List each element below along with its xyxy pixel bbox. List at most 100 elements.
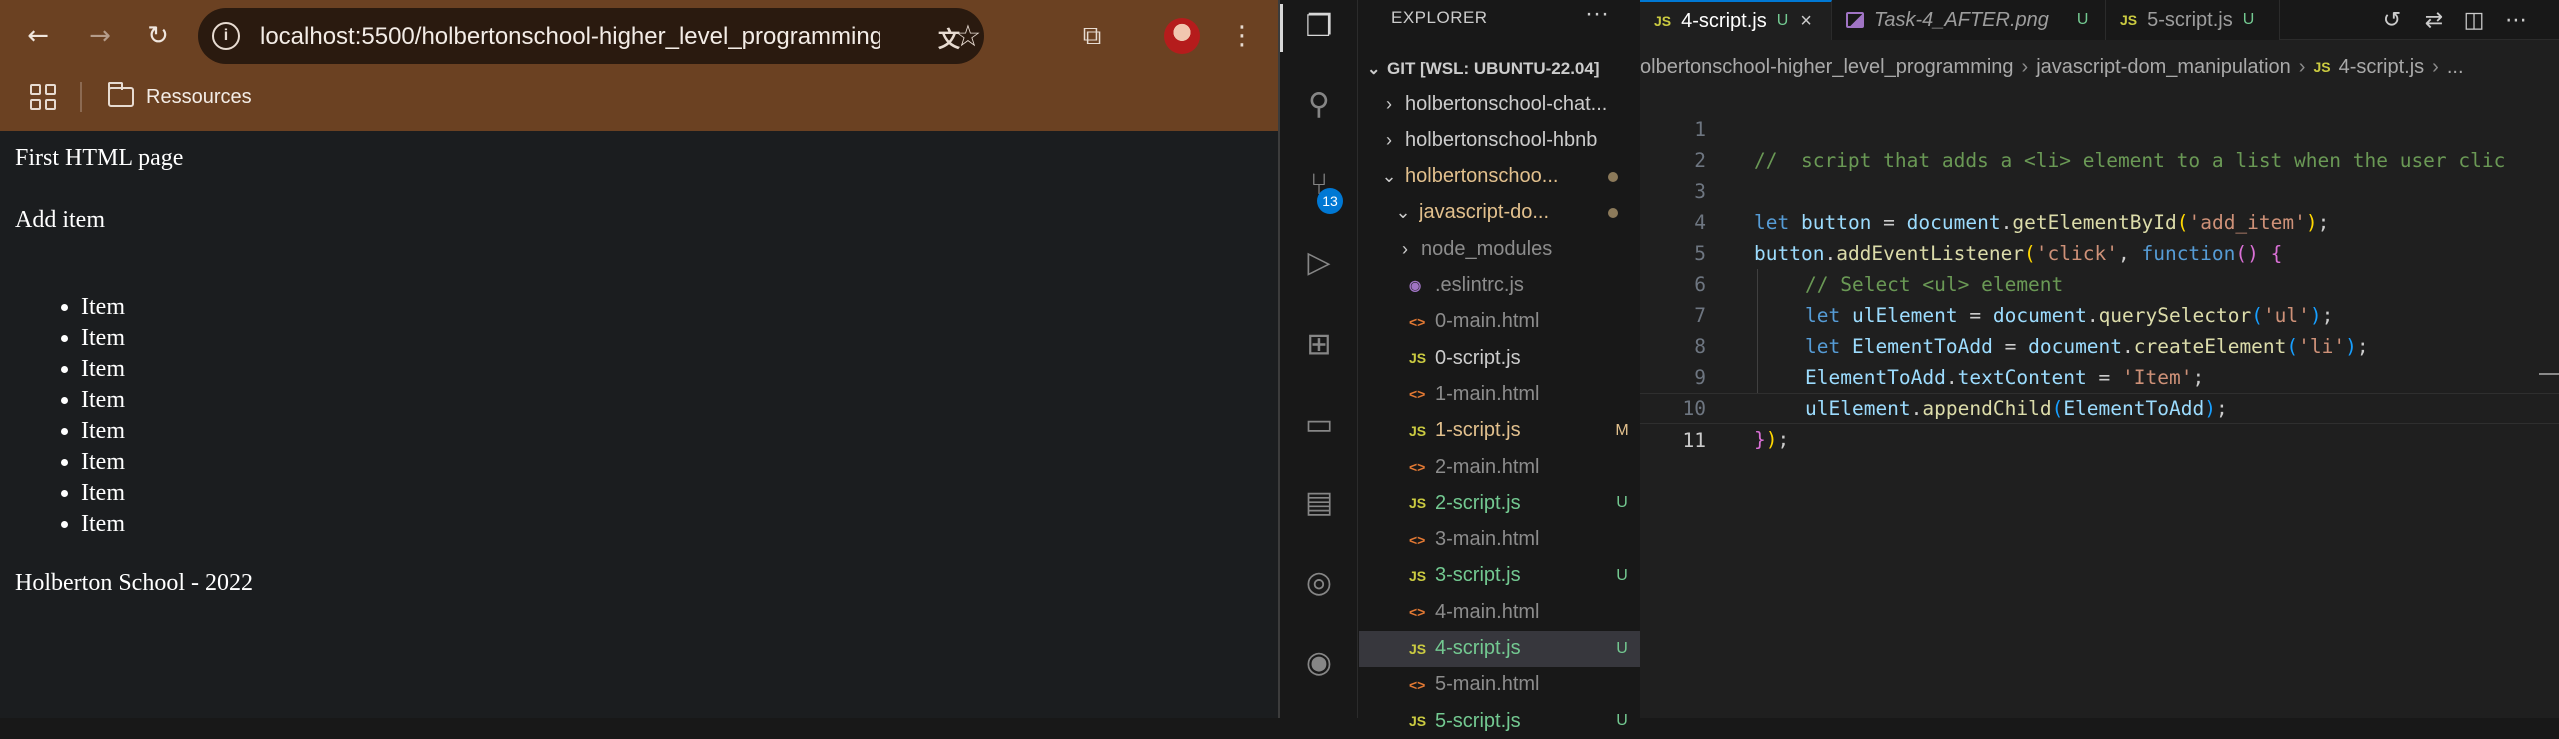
file-tree-item[interactable]: <> 1-main.html — [1359, 376, 1640, 412]
folder-tree-item[interactable]: ⌄ holbertonschoo... — [1359, 159, 1640, 195]
page-footer: Holberton School - 2022 — [15, 570, 253, 596]
search-icon[interactable]: ⚲ — [1297, 82, 1341, 126]
git-graph-icon[interactable]: ◎ — [1297, 560, 1341, 604]
breadcrumb-item[interactable]: javascript-dom_manipulation — [2036, 56, 2291, 79]
html-file-icon: <> — [1409, 386, 1426, 403]
more-actions-icon[interactable]: ⋯ — [2502, 6, 2530, 34]
timeline-history-icon[interactable]: ↺ — [2378, 6, 2406, 34]
file-tree-item[interactable]: <> 2-main.html — [1359, 449, 1640, 485]
code-line[interactable]: 6 let ulElement = document.querySelector… — [1640, 238, 2559, 327]
site-info-icon[interactable]: i — [212, 22, 240, 50]
image-file-icon — [1846, 12, 1864, 28]
item-list: Item Item Item Item Item Item Item Item — [15, 292, 125, 540]
code-line-current[interactable]: 11 — [1640, 393, 2559, 452]
file-tree-item[interactable]: JS 1-script.js M — [1359, 413, 1640, 449]
scrollbar-marker[interactable] — [2539, 373, 2559, 375]
code-line[interactable]: 10 }); — [1640, 362, 2559, 451]
browser-window: ← → ↻ i localhost:5500/holbertonschool-h… — [0, 0, 1278, 718]
active-indicator — [1280, 4, 1283, 52]
bookmark-folder[interactable]: Ressources — [108, 82, 252, 111]
extensions-icon[interactable]: ⧉ — [1074, 18, 1110, 54]
js-file-icon: JS — [1654, 13, 1672, 29]
code-line[interactable]: 2 — [1640, 114, 2559, 172]
avatar[interactable] — [1164, 18, 1200, 54]
file-tree-item[interactable]: JS 5-script.js U — [1359, 703, 1640, 739]
chevron-right-icon: › — [2298, 55, 2306, 78]
token: ) — [1765, 428, 1778, 451]
code-line[interactable]: 5 // Select <ul> element — [1640, 207, 2559, 296]
code-line[interactable]: 8 ElementToAdd.textContent = 'Item'; — [1640, 300, 2559, 389]
project-manager-folder-icon[interactable]: ▤ — [1297, 480, 1341, 524]
token: ; — [1777, 428, 1790, 451]
file-tree-item[interactable]: JS 3-script.js U — [1359, 558, 1640, 594]
more-actions-icon[interactable]: ··· — [1585, 0, 1609, 28]
js-file-icon: JS — [2313, 59, 2331, 75]
html-file-icon: <> — [1409, 676, 1426, 693]
git-status-badge: U — [1616, 712, 1628, 730]
code-text: }); — [1754, 424, 1789, 455]
tab-status: U — [2076, 11, 2089, 28]
close-icon[interactable]: × — [1800, 10, 1812, 33]
file-tree-item[interactable]: JS 4-script.js U — [1359, 630, 1640, 667]
tree-item-label: 0-main.html — [1435, 310, 1540, 333]
tree-item-label: holbertonschoo... — [1405, 165, 1559, 188]
tab-4-script-js[interactable]: JS 4-script.js U × — [1640, 0, 1832, 40]
code-line[interactable]: 7 let ElementToAdd = document.createElem… — [1640, 269, 2559, 358]
tab-label: 4-script.js — [1681, 9, 1767, 32]
tab-status: U — [1776, 12, 1789, 29]
browser-toolbar: ← → ↻ i localhost:5500/holbertonschool-h… — [0, 0, 1278, 131]
tab-task-4-after-png[interactable]: Task-4_AFTER.png U — [1832, 0, 2106, 40]
file-tree-item[interactable]: JS 2-script.js U — [1359, 485, 1640, 521]
add-item-button[interactable]: Add item — [15, 207, 105, 234]
chevron-down-icon: ⌄ — [1395, 202, 1411, 223]
url-text[interactable]: localhost:5500/holbertonschool-higher_le… — [260, 23, 880, 51]
folder-tree-item[interactable]: ⌄ javascript-do... — [1359, 195, 1640, 231]
chevron-right-icon: › — [1386, 129, 1392, 150]
folder-tree-item[interactable]: › holbertonschool-hbnb — [1359, 122, 1640, 158]
file-tree-item[interactable]: <> 3-main.html — [1359, 522, 1640, 558]
token: } — [1754, 428, 1766, 451]
git-history-icon[interactable]: ◉ — [1297, 640, 1341, 684]
compare-changes-icon[interactable]: ⇄ — [2420, 6, 2448, 34]
html-file-icon: <> — [1409, 531, 1426, 548]
editor-group: JS 4-script.js U × Task-4_AFTER.png U JS… — [1640, 0, 2559, 718]
breadcrumb-item[interactable]: 4-script.js — [2339, 56, 2425, 79]
file-tree-item[interactable]: <> 4-main.html — [1359, 594, 1640, 630]
run-debug-icon[interactable]: ▷ — [1297, 240, 1341, 284]
code-line[interactable]: 9 ulElement.appendChild(ElementToAdd); — [1640, 331, 2559, 420]
address-bar[interactable]: i localhost:5500/holbertonschool-higher_… — [198, 8, 984, 64]
code-line[interactable]: 3 let button = document.getElementById('… — [1640, 145, 2559, 234]
bookmark-folder-label: Ressources — [146, 85, 252, 108]
file-tree-item[interactable]: <> 5-main.html — [1359, 667, 1640, 703]
breadcrumb-item[interactable]: ... — [2447, 56, 2464, 79]
list-item: Item — [81, 385, 125, 416]
more-menu-icon[interactable]: ⋮ — [1224, 18, 1260, 54]
line-number: 11 — [1682, 429, 1706, 452]
workspace-root-header[interactable]: ⌄ GIT [WSL: UBUNTU-22.04] — [1359, 52, 1640, 86]
tree-item-label: .eslintrc.js — [1435, 274, 1524, 296]
code-line[interactable]: 4 button.addEventListener('click', funct… — [1640, 176, 2559, 265]
forward-arrow-icon[interactable]: → — [82, 18, 118, 54]
folder-tree-item[interactable]: › node_modules — [1359, 231, 1640, 267]
apps-grid-icon[interactable] — [30, 84, 56, 110]
folder-tree-item[interactable]: › holbertonschool-chat... — [1359, 86, 1640, 122]
eslint-file-icon: ◉ — [1409, 277, 1422, 293]
tree-item-label: 3-main.html — [1435, 528, 1540, 551]
file-tree-item[interactable]: <> 0-main.html — [1359, 304, 1640, 340]
breadcrumb-item[interactable]: olbertonschool-higher_level_programming — [1640, 56, 2014, 79]
explorer-files-icon[interactable]: ❐ — [1297, 4, 1341, 48]
tree-item-label: holbertonschool-hbnb — [1405, 128, 1598, 151]
split-editor-icon[interactable]: ◫ — [2460, 6, 2488, 34]
bookmark-star-icon[interactable]: ☆ — [948, 16, 988, 56]
extensions-icon[interactable]: ⊞ — [1297, 322, 1341, 366]
code-line[interactable]: 1 // script that adds a <li> element to … — [1640, 83, 2559, 172]
reload-icon[interactable]: ↻ — [140, 18, 176, 54]
code-editor[interactable]: 1 // script that adds a <li> element to … — [1640, 83, 2559, 718]
tab-5-script-js[interactable]: JS 5-script.js U — [2106, 0, 2280, 40]
back-arrow-icon[interactable]: ← — [20, 18, 56, 54]
file-tree-item[interactable]: ◉ .eslintrc.js — [1359, 268, 1640, 304]
tab-status: U — [2242, 11, 2255, 28]
file-tree-item[interactable]: JS 0-script.js — [1359, 340, 1640, 376]
remote-explorer-icon[interactable]: ▭ — [1297, 402, 1341, 446]
page-title: First HTML page — [15, 145, 184, 171]
